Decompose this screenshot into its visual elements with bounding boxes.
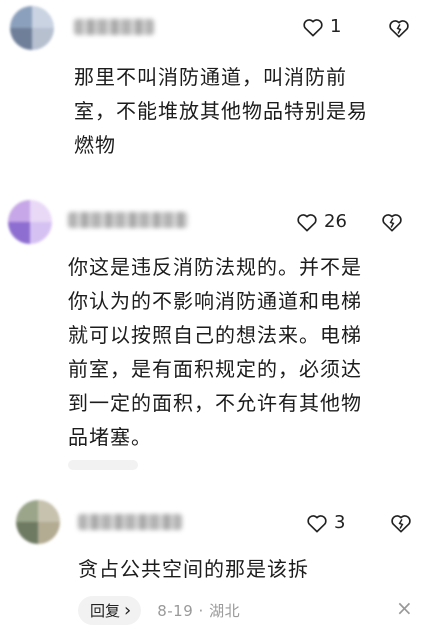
like-button[interactable]: 1 (302, 16, 341, 37)
dislike-heart-icon[interactable] (388, 17, 410, 39)
like-count: 3 (334, 512, 346, 533)
comment-meta: 8-19 · 湖北 (157, 602, 241, 620)
comment-text: 贪占公共空间的那是该拆 (78, 557, 309, 581)
chevron-right-icon: › (124, 599, 132, 621)
comment-3: 3 贪占公共空间的那是该拆 回复 › 8-19 · 湖北 × (0, 490, 423, 644)
username-redacted[interactable] (74, 19, 154, 35)
reply-button[interactable]: 回复 › (78, 596, 142, 625)
dislike-heart-icon[interactable] (390, 512, 412, 534)
comment-text: 那里不叫消防通道，叫消防前 室，不能堆放其他物品特别是易 燃物 (74, 65, 368, 157)
like-button[interactable]: 26 (296, 211, 347, 232)
reply-row-placeholder (68, 460, 138, 470)
like-count: 1 (330, 16, 342, 37)
like-button[interactable]: 3 (306, 512, 345, 533)
avatar[interactable] (8, 200, 52, 244)
close-icon[interactable]: × (396, 596, 413, 620)
like-count: 26 (324, 211, 347, 232)
avatar[interactable] (16, 500, 60, 544)
comment-1: 1 那里不叫消防通道，叫消防前 室，不能堆放其他物品特别是易 燃物 (0, 0, 423, 170)
reply-label: 回复 (90, 602, 121, 620)
heart-icon (307, 514, 327, 532)
comment-2: 26 你这是违反消防法规的。并不是 你认为的不影响消防通道和电梯 就可以按照自己… (0, 190, 423, 480)
dislike-heart-icon[interactable] (381, 211, 403, 233)
avatar[interactable] (10, 6, 54, 50)
username-redacted[interactable] (68, 212, 188, 228)
reply-row: 回复 › 8-19 · 湖北 (78, 596, 240, 625)
heart-icon (297, 213, 317, 231)
username-redacted[interactable] (78, 514, 182, 530)
comment-text: 你这是违反消防法规的。并不是 你认为的不影响消防通道和电梯 就可以按照自己的想法… (68, 255, 362, 449)
heart-icon (303, 18, 323, 36)
